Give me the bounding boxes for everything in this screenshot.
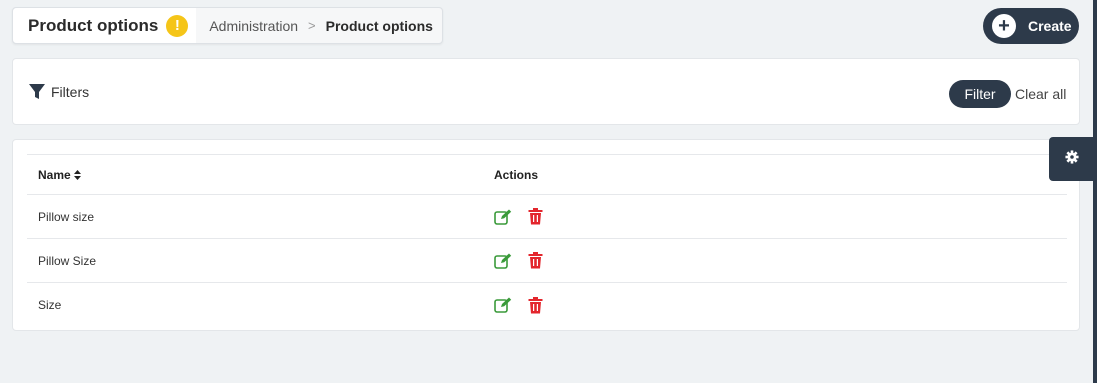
gear-icon [1064, 149, 1079, 169]
warning-icon[interactable]: ! [166, 14, 189, 37]
table-row: Pillow size [27, 195, 1067, 239]
page-title: Product options [28, 15, 159, 35]
edit-icon[interactable] [494, 253, 512, 269]
row-name: Pillow size [38, 209, 95, 224]
edit-icon[interactable] [494, 297, 512, 313]
column-header-name[interactable]: Name [27, 168, 483, 182]
row-actions [483, 208, 543, 225]
create-button[interactable]: + Create [983, 8, 1079, 44]
delete-icon[interactable] [528, 296, 543, 314]
plus-circle-icon: + [992, 14, 1016, 38]
filters-label: Filters [51, 84, 90, 100]
table-header: Name Actions [27, 154, 1067, 195]
breadcrumb-separator: > [308, 18, 316, 33]
product-options-table: Name Actions Pillow size Pillow Size Siz… [27, 154, 1067, 327]
sort-icon[interactable] [73, 169, 81, 180]
row-actions [483, 252, 543, 269]
settings-tab[interactable] [1049, 137, 1094, 181]
table-row: Size [27, 283, 1067, 327]
window-edge [1093, 0, 1097, 383]
table-row: Pillow Size [27, 239, 1067, 283]
breadcrumb-administration[interactable]: Administration [209, 18, 298, 34]
column-header-name-label: Name [38, 167, 71, 182]
delete-icon[interactable] [528, 252, 543, 269]
filters-toggle[interactable]: Filters [28, 83, 89, 101]
row-name: Size [38, 298, 62, 312]
table-panel: Name Actions Pillow size Pillow Size Siz… [12, 139, 1080, 331]
create-button-label: Create [1028, 18, 1072, 34]
row-name: Pillow Size [38, 253, 97, 268]
delete-icon[interactable] [528, 208, 543, 225]
filters-panel: Filters Filter Clear all [12, 58, 1080, 125]
column-header-actions: Actions [494, 167, 539, 182]
filter-icon [28, 83, 46, 101]
row-actions [483, 296, 543, 314]
clear-all-link[interactable]: Clear all [1015, 86, 1066, 102]
breadcrumb: Administration > Product options [196, 18, 433, 34]
breadcrumb-current: Product options [325, 17, 433, 34]
page-header: Product options ! Administration > Produ… [12, 7, 443, 44]
edit-icon[interactable] [494, 209, 512, 225]
title-box: Product options ! [13, 8, 197, 43]
filter-button[interactable]: Filter [949, 80, 1011, 108]
